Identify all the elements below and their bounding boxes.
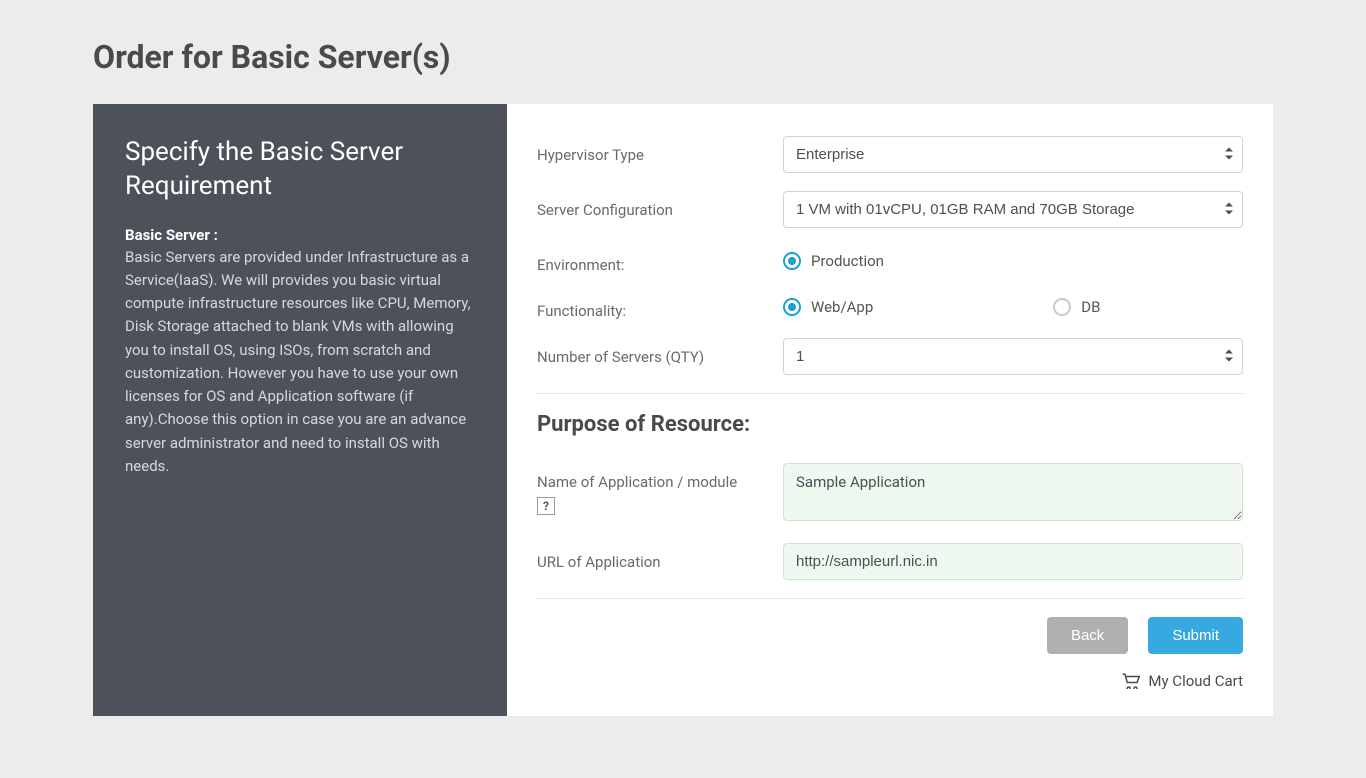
app-name-input[interactable] bbox=[783, 463, 1243, 521]
server-config-label: Server Configuration bbox=[537, 191, 783, 219]
quantity-select[interactable]: 1 bbox=[783, 338, 1243, 375]
radio-webapp[interactable]: Web/App bbox=[783, 298, 873, 316]
radio-checked-icon bbox=[783, 298, 801, 316]
cart-icon bbox=[1122, 673, 1140, 689]
row-environment: Environment: Production bbox=[537, 246, 1243, 274]
cart-label: My Cloud Cart bbox=[1148, 672, 1243, 690]
hypervisor-label: Hypervisor Type bbox=[537, 136, 783, 164]
sidebar: Specify the Basic Server Requirement Bas… bbox=[93, 104, 507, 716]
app-url-label: URL of Application bbox=[537, 543, 783, 571]
purpose-heading: Purpose of Resource: bbox=[537, 412, 1243, 437]
server-config-select[interactable]: 1 VM with 01vCPU, 01GB RAM and 70GB Stor… bbox=[783, 191, 1243, 228]
radio-label: DB bbox=[1081, 298, 1100, 316]
submit-button[interactable]: Submit bbox=[1148, 617, 1243, 654]
app-url-input[interactable] bbox=[783, 543, 1243, 580]
radio-db[interactable]: DB bbox=[1053, 298, 1100, 316]
row-quantity: Number of Servers (QTY) 1 bbox=[537, 338, 1243, 375]
row-server-config: Server Configuration 1 VM with 01vCPU, 0… bbox=[537, 191, 1243, 228]
app-name-label: Name of Application / module ? bbox=[537, 463, 783, 515]
sidebar-subhead: Basic Server : bbox=[125, 226, 475, 244]
row-hypervisor: Hypervisor Type Enterprise bbox=[537, 136, 1243, 173]
hypervisor-select[interactable]: Enterprise bbox=[783, 136, 1243, 173]
page-title: Order for Basic Server(s) bbox=[93, 38, 1273, 76]
radio-label: Web/App bbox=[811, 298, 873, 316]
row-app-name: Name of Application / module ? bbox=[537, 463, 1243, 525]
divider bbox=[537, 393, 1243, 394]
action-bar: Back Submit bbox=[537, 617, 1243, 654]
radio-production[interactable]: Production bbox=[783, 252, 884, 270]
form-area: Hypervisor Type Enterprise Server Config… bbox=[507, 104, 1273, 716]
sidebar-description: Basic Servers are provided under Infrast… bbox=[125, 246, 475, 479]
functionality-label: Functionality: bbox=[537, 292, 783, 320]
radio-label: Production bbox=[811, 252, 884, 270]
environment-label: Environment: bbox=[537, 246, 783, 274]
row-functionality: Functionality: Web/App DB bbox=[537, 292, 1243, 320]
radio-unchecked-icon bbox=[1053, 298, 1071, 316]
help-icon[interactable]: ? bbox=[537, 497, 555, 515]
divider bbox=[537, 598, 1243, 599]
radio-checked-icon bbox=[783, 252, 801, 270]
row-app-url: URL of Application bbox=[537, 543, 1243, 580]
back-button[interactable]: Back bbox=[1047, 617, 1128, 654]
sidebar-heading: Specify the Basic Server Requirement bbox=[125, 136, 475, 204]
my-cloud-cart-link[interactable]: My Cloud Cart bbox=[537, 672, 1243, 690]
order-panel: Specify the Basic Server Requirement Bas… bbox=[93, 104, 1273, 716]
quantity-label: Number of Servers (QTY) bbox=[537, 338, 783, 366]
